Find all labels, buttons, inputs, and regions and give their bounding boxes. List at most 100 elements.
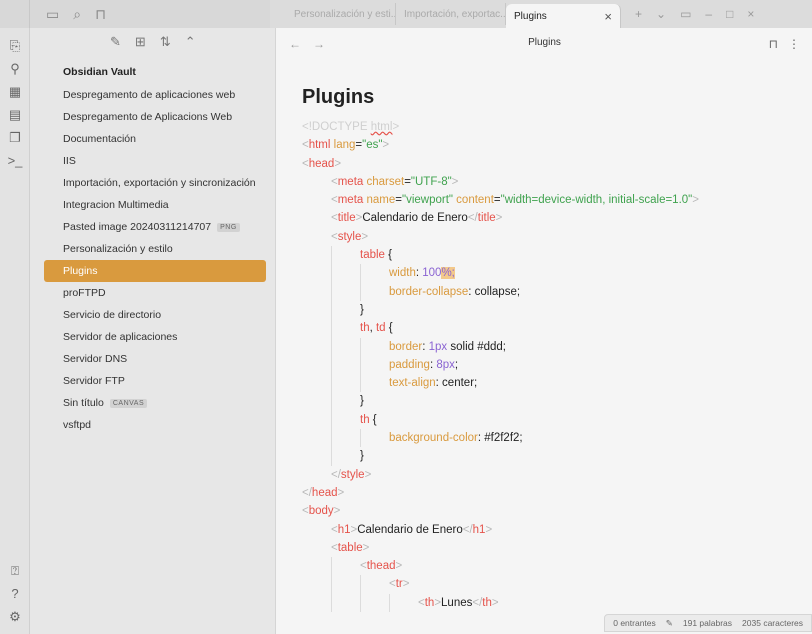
file-type-badge: CANVAS	[109, 398, 148, 408]
search-icon[interactable]: ⌕	[73, 6, 81, 23]
help-icon[interactable]: ?	[0, 582, 30, 605]
file-item[interactable]: IIS	[30, 150, 275, 172]
file-item[interactable]: proFTPD	[30, 282, 275, 304]
maximize-icon[interactable]: □	[726, 7, 733, 21]
window-close-icon[interactable]: ×	[747, 7, 754, 21]
code-line: }	[302, 447, 812, 466]
code-line: border: 1px solid #ddd;	[302, 337, 812, 356]
code-line: <thead>	[302, 557, 812, 576]
file-item-label: Documentación	[63, 133, 136, 145]
code-editor[interactable]: <!DOCTYPE html> <html lang="es"> <head> <me…	[277, 118, 812, 613]
file-item[interactable]: Personalización y estilo	[30, 238, 275, 260]
code-token: <	[331, 212, 338, 225]
tab-importacion[interactable]: Importación, exportac...	[396, 3, 506, 25]
more-options-icon[interactable]: ⋮	[788, 37, 800, 51]
file-item[interactable]: Documentación	[30, 128, 275, 150]
code-token: charset	[366, 175, 405, 188]
tab-plugins[interactable]: Plugins ×	[506, 4, 621, 28]
file-item[interactable]: vsftpd	[30, 414, 275, 436]
indent-guide	[331, 282, 360, 301]
file-item-label: Despregamento de aplicaciones web	[63, 89, 236, 101]
tab-personalizacion[interactable]: Personalización y esti...	[286, 3, 396, 25]
code-token: }	[360, 395, 364, 408]
new-tab-icon[interactable]: +	[635, 7, 642, 21]
code-token: <	[302, 157, 309, 170]
close-icon[interactable]: ×	[604, 9, 612, 24]
indent-guide	[302, 594, 331, 612]
reading-view-icon[interactable]: ⊓	[769, 37, 778, 51]
file-item[interactable]: Servidor de aplicaciones	[30, 326, 275, 348]
code-token: th	[424, 596, 435, 609]
note-title[interactable]: Plugins	[277, 60, 812, 118]
daily-note-icon[interactable]: ▤	[0, 103, 30, 126]
code-token: <	[302, 139, 309, 152]
file-item[interactable]: Servidor FTP	[30, 370, 275, 392]
file-item-label: Servidor de aplicaciones	[63, 331, 178, 343]
sidebar-toggle-icon[interactable]: ▭	[46, 6, 59, 23]
code-token: %;	[441, 267, 455, 280]
tab-label: Personalización y esti...	[294, 8, 396, 20]
indent-guide	[331, 246, 360, 265]
file-item[interactable]: Sin título CANVAS	[30, 392, 275, 414]
code-token: <	[418, 596, 425, 609]
file-item-label: Servidor DNS	[63, 353, 128, 365]
file-item[interactable]: Servidor DNS	[30, 348, 275, 370]
file-type-badge: PNG	[217, 222, 240, 232]
file-item[interactable]: Integracion Multimedia	[30, 194, 275, 216]
code-token: table	[337, 541, 363, 554]
minimize-icon[interactable]: –	[705, 7, 712, 21]
code-line: <meta name="viewport" content="width=dev…	[302, 191, 812, 209]
code-line: <table>	[302, 539, 812, 557]
code-token: 100	[422, 267, 442, 280]
indent-guide	[331, 392, 360, 411]
code-line: text-align: center;	[302, 374, 812, 393]
code-token: >	[364, 468, 372, 481]
indent-guide	[302, 191, 331, 209]
file-item[interactable]: Servicio de directorio	[30, 304, 275, 326]
bookmark-icon[interactable]: ⊓	[95, 6, 106, 23]
sort-icon[interactable]: ⇅	[160, 34, 171, 50]
indent-guide	[360, 282, 389, 301]
code-token: th	[360, 413, 373, 426]
file-item[interactable]: Despregamento de aplicaciones web	[30, 84, 275, 106]
command-palette-icon[interactable]: >_	[0, 149, 30, 172]
sidebar-right-toggle-icon[interactable]: ▭	[680, 7, 691, 21]
indent-guide	[360, 337, 389, 356]
code-token: }	[360, 303, 364, 316]
vault-switcher-icon[interactable]: ⍰	[0, 559, 30, 582]
new-folder-icon[interactable]: ⊞	[135, 34, 146, 50]
code-line: th, td {	[302, 319, 812, 338]
graph-view-icon[interactable]: ⚲	[0, 57, 30, 80]
forward-arrow-icon[interactable]: →	[313, 37, 325, 51]
code-token: meta	[337, 194, 367, 207]
backlinks-count[interactable]: 0 entrantes	[613, 618, 656, 628]
file-item[interactable]: Plugins	[44, 260, 266, 282]
vault-name[interactable]: Obsidian Vault	[30, 56, 275, 84]
view-title[interactable]: Plugins	[277, 37, 812, 48]
file-item[interactable]: Pasted image 20240311214707 PNG	[30, 216, 275, 238]
collapse-all-icon[interactable]: ⌃	[185, 34, 196, 50]
pencil-icon: ✎	[665, 617, 673, 628]
indent-guide	[360, 429, 389, 448]
indent-guide	[302, 575, 331, 593]
file-item-label: Plugins	[63, 265, 98, 277]
new-note-icon[interactable]: ✎	[110, 34, 121, 50]
code-token: </	[467, 212, 478, 225]
back-arrow-icon[interactable]: ←	[289, 37, 301, 51]
templates-icon[interactable]: ❐	[0, 126, 30, 149]
tab-label: Importación, exportac...	[404, 8, 506, 20]
title-bar: ▭ ⌕ ⊓ Personalización y esti... Importac…	[0, 0, 812, 28]
canvas-icon[interactable]: ▦	[0, 80, 30, 103]
file-item[interactable]: Importación, exportación y sincronizació…	[30, 172, 275, 194]
file-item[interactable]: Despregamento de Aplicacions Web	[30, 106, 275, 128]
indent-guide	[331, 374, 360, 393]
settings-icon[interactable]: ⚙	[0, 605, 30, 628]
code-token: style	[340, 468, 365, 481]
indent-guide	[302, 411, 331, 429]
file-item-label: vsftpd	[63, 419, 92, 431]
chevron-down-icon[interactable]: ⌄	[656, 7, 666, 21]
code-line: border-collapse: collapse;	[302, 282, 812, 301]
code-line: }	[302, 392, 812, 411]
open-quick-switcher-icon[interactable]: ⎘	[0, 34, 30, 57]
code-token: Calendario de Enero	[357, 523, 463, 536]
